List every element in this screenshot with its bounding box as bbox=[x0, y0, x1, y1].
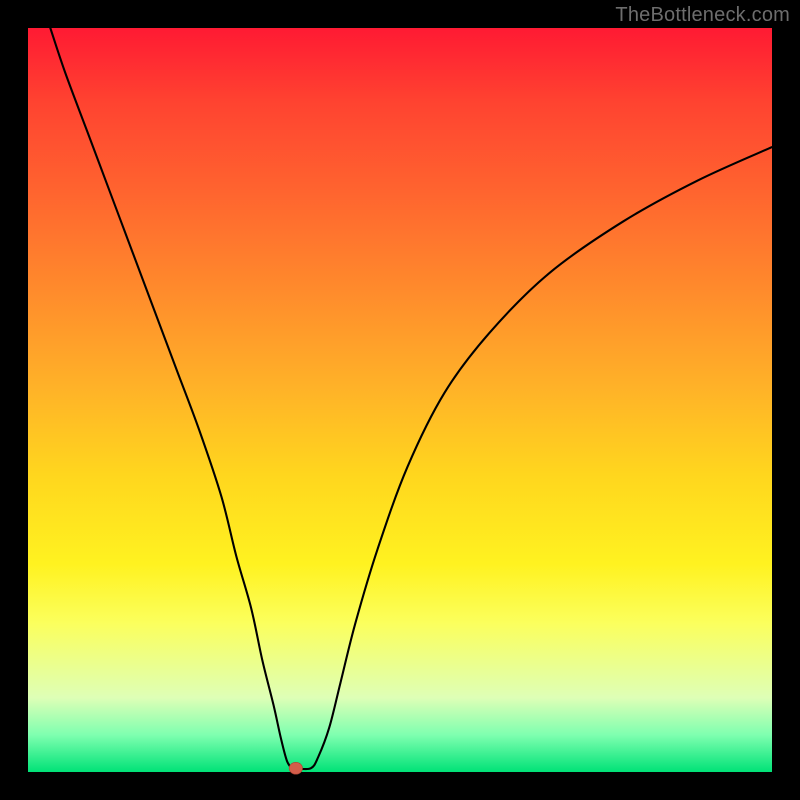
bottleneck-curve-path bbox=[50, 28, 772, 769]
chart-frame: TheBottleneck.com bbox=[0, 0, 800, 800]
watermark-label: TheBottleneck.com bbox=[615, 4, 790, 27]
chart-svg bbox=[28, 28, 772, 772]
curve-minimum-marker bbox=[289, 762, 302, 774]
